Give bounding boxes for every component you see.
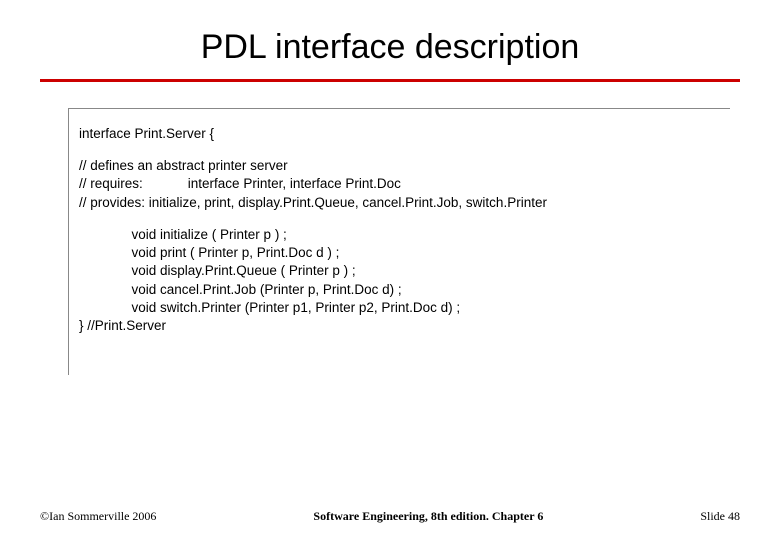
footer-left: ©Ian Sommerville 2006	[40, 509, 156, 524]
code-close: } //Print.Server	[79, 317, 724, 335]
page-title: PDL interface description	[40, 20, 740, 79]
footer-right: Slide 48	[700, 509, 740, 524]
slide: PDL interface description interface Prin…	[0, 0, 780, 540]
code-block: interface Print.Server { // defines an a…	[68, 108, 730, 375]
code-method: void display.Print.Queue ( Printer p ) ;	[79, 262, 724, 280]
code-method: void print ( Printer p, Print.Doc d ) ;	[79, 244, 724, 262]
footer-center: Software Engineering, 8th edition. Chapt…	[313, 509, 543, 524]
title-rule	[40, 79, 740, 82]
footer: ©Ian Sommerville 2006 Software Engineeri…	[0, 509, 780, 524]
code-method: void initialize ( Printer p ) ;	[79, 226, 724, 244]
code-method: void cancel.Print.Job (Printer p, Print.…	[79, 281, 724, 299]
code-comment: // requires: interface Printer, interfac…	[79, 175, 724, 193]
code-comment: // provides: initialize, print, display.…	[79, 194, 724, 212]
code-method: void switch.Printer (Printer p1, Printer…	[79, 299, 724, 317]
code-line: interface Print.Server {	[79, 125, 724, 143]
code-comment: // defines an abstract printer server	[79, 157, 724, 175]
